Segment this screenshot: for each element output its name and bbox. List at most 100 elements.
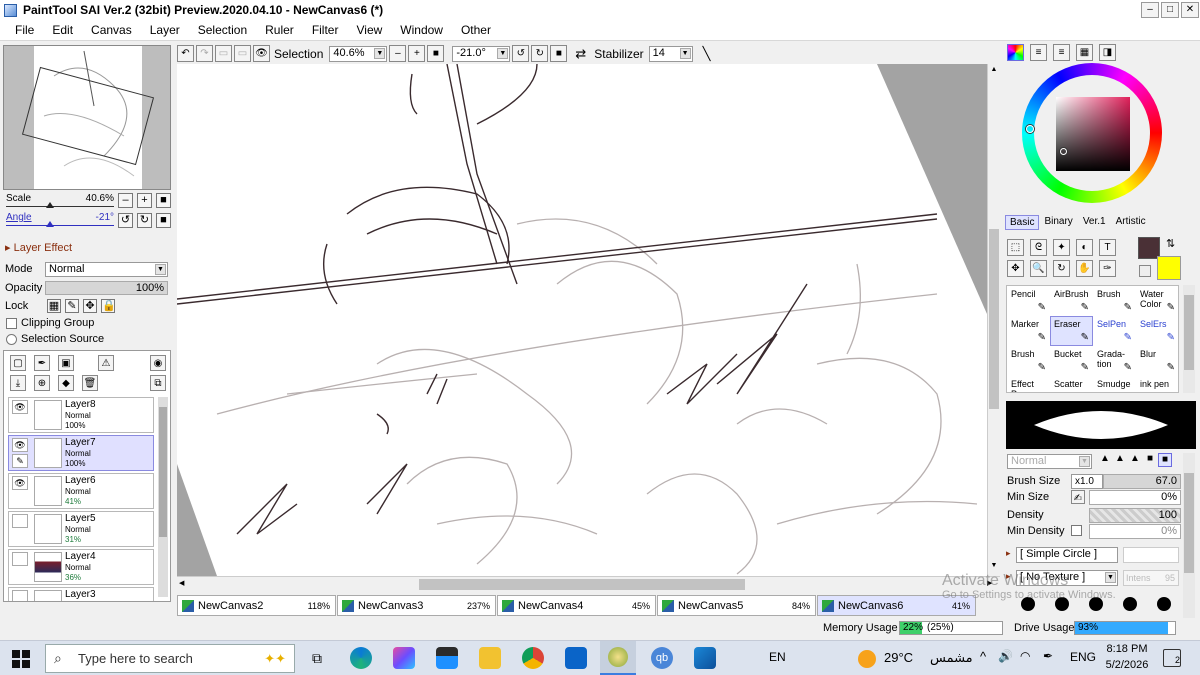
navigator-preview[interactable] [3,45,171,190]
speaker-icon[interactable]: 🔊 [998,649,1013,663]
opacity-slider[interactable]: 100% [45,281,168,295]
brush-shape-flat-icon[interactable]: ▲ [1098,453,1112,467]
layer-row[interactable]: Layer4 Normal 36% [8,549,154,585]
hsv-slider-tab-icon[interactable]: ≡ [1053,44,1070,61]
tool-13[interactable]: Scatter✎ [1050,376,1093,392]
microsoft-store-icon[interactable] [436,647,458,669]
clock-time[interactable]: 8:18 PM [1105,643,1149,655]
zoom-in-button[interactable]: + [137,193,152,208]
zoom-tool-icon[interactable]: 🔍 [1030,260,1047,277]
new-linework-layer-icon[interactable]: ✒ [34,355,50,371]
layer-row[interactable]: Layer5 Normal 31% [8,511,154,547]
weather-condition[interactable]: مشمس [930,650,973,666]
swatches-tab-icon[interactable]: ▦ [1076,44,1093,61]
layer-effect-header[interactable]: ▸ Layer Effect [5,241,72,254]
merge-down-icon[interactable]: ⊕ [34,375,50,391]
zoom-out-icon[interactable]: – [389,45,407,62]
tool-5[interactable]: Eraser ✎ [1050,316,1093,346]
saturation-value-square[interactable] [1056,97,1130,171]
brush-shape-select[interactable]: [ Simple Circle ] [1016,547,1118,563]
brush-size-multiplier[interactable]: x1.0 [1071,474,1103,489]
brush-shape-selected-icon[interactable]: ■ [1158,453,1172,467]
angle-select[interactable]: -21.0° ▼ [452,45,511,62]
rotate-reset-icon[interactable]: ■ [550,45,568,62]
menu-ruler[interactable]: Ruler [265,23,294,37]
new-layer-icon[interactable]: ▢ [10,355,26,371]
rotate-tool-icon[interactable]: ↻ [1053,260,1070,277]
hand-icon[interactable]: ✋ [1076,260,1093,277]
tool-15[interactable]: ink pen✎ [1136,376,1178,392]
menu-canvas[interactable]: Canvas [91,23,132,37]
brush-shape-strength[interactable] [1123,547,1179,563]
secondary-color-swatch[interactable] [1157,256,1181,280]
rotate-ccw-icon[interactable]: ↺ [512,45,530,62]
doc-tab[interactable]: NewCanvas4 45% [497,595,656,616]
brush-shape-soft-icon[interactable]: ▲ [1128,453,1142,467]
brush-shape-square-icon[interactable]: ■ [1143,453,1157,467]
min-density-slider[interactable]: 0% [1089,524,1181,539]
minimize-button[interactable]: – [1141,2,1159,18]
doc-tab[interactable]: NewCanvas3 237% [337,595,496,616]
layer-row[interactable]: 👁 Layer6 Normal 41% [8,473,154,509]
rotate-left-button[interactable]: ↺ [118,213,133,228]
visibility-toggle[interactable] [12,514,28,528]
tool-2[interactable]: Brush ✎ [1093,286,1136,316]
tool-6[interactable]: SelPen ✎ [1093,316,1136,346]
menu-view[interactable]: View [356,23,382,37]
layer-mask-icon[interactable]: ◉ [150,355,166,371]
clear-layer-icon[interactable]: ◆ [58,375,74,391]
doc-tab[interactable]: NewCanvas2 118% [177,595,336,616]
flip-horizontal-icon[interactable]: ⇄ [575,46,586,62]
menu-edit[interactable]: Edit [52,23,73,37]
stabilizer-select[interactable]: 14 ▼ [648,45,693,62]
show-selection-icon[interactable]: 👁 [253,45,270,62]
task-view-icon[interactable]: ⧉ [306,647,328,669]
trash-icon[interactable]: 🗑 [82,375,98,391]
qbittorrent-icon[interactable]: qb [651,647,673,669]
copilot-icon[interactable] [393,647,415,669]
tool-11[interactable]: Blur ✎ [1136,346,1178,376]
visibility-toggle[interactable] [12,590,28,601]
tool-14[interactable]: Smudge✎ [1093,376,1136,392]
blend-mode-select[interactable]: Normal ▼ [45,262,168,277]
new-folder-icon[interactable]: ▣ [58,355,74,371]
menu-window[interactable]: Window [400,23,443,37]
lock-move-icon[interactable]: ✥ [83,299,97,313]
rotate-right-button[interactable]: ↻ [137,213,152,228]
layer-mask-apply-icon[interactable]: ⧉ [150,375,166,391]
layer-effect-icon[interactable]: ⚠ [98,355,114,371]
angle-slider[interactable]: Angle -21° [4,211,116,229]
min-density-pressure-checkbox[interactable] [1071,525,1082,536]
scratchpad-tab-icon[interactable]: ◨ [1099,44,1116,61]
pen-icon[interactable]: ✒ [1043,649,1053,663]
selection-source-radio[interactable] [6,334,17,345]
tab-artistic[interactable]: Artistic [1111,215,1151,230]
invert-selection-icon[interactable]: ▭ [234,45,251,62]
move-icon[interactable]: ✥ [1007,260,1024,277]
layer-scrollbar[interactable] [158,397,168,597]
lasso-icon[interactable]: ᘓ [1030,239,1047,256]
outlook-icon[interactable] [565,647,587,669]
rotate-reset-button[interactable]: ■ [156,213,171,228]
tool-1[interactable]: AirBrush ✎ [1050,286,1093,316]
file-explorer-icon[interactable] [479,647,501,669]
eye-icon[interactable]: 👁 [12,476,28,490]
tool-3[interactable]: Water Color ✎ [1136,286,1178,316]
pressure-size-icon[interactable]: ✍ [1071,490,1085,504]
menu-selection[interactable]: Selection [198,23,247,37]
tool-10[interactable]: Grada- tion ✎ [1093,346,1136,376]
lock-all-icon[interactable]: 🔒 [101,299,116,313]
chrome-icon[interactable] [522,647,544,669]
menu-file[interactable]: File [15,23,34,37]
maximize-button[interactable]: □ [1161,2,1179,18]
tool-4[interactable]: Marker ✎ [1007,316,1050,346]
weather-sun-icon[interactable] [858,650,876,668]
zoom-reset-button[interactable]: ■ [156,193,171,208]
eye-icon[interactable]: 👁 [12,400,28,414]
canvas-horizontal-scrollbar[interactable]: ◀ ▶ [177,576,1000,593]
notifications-icon[interactable]: 2 [1163,649,1181,667]
undo-icon[interactable]: ↶ [177,45,194,62]
eyedropper-icon[interactable]: ✑ [1099,260,1116,277]
magic-wand-icon[interactable]: ✦ [1053,239,1070,256]
language-indicator[interactable]: EN [769,650,786,664]
